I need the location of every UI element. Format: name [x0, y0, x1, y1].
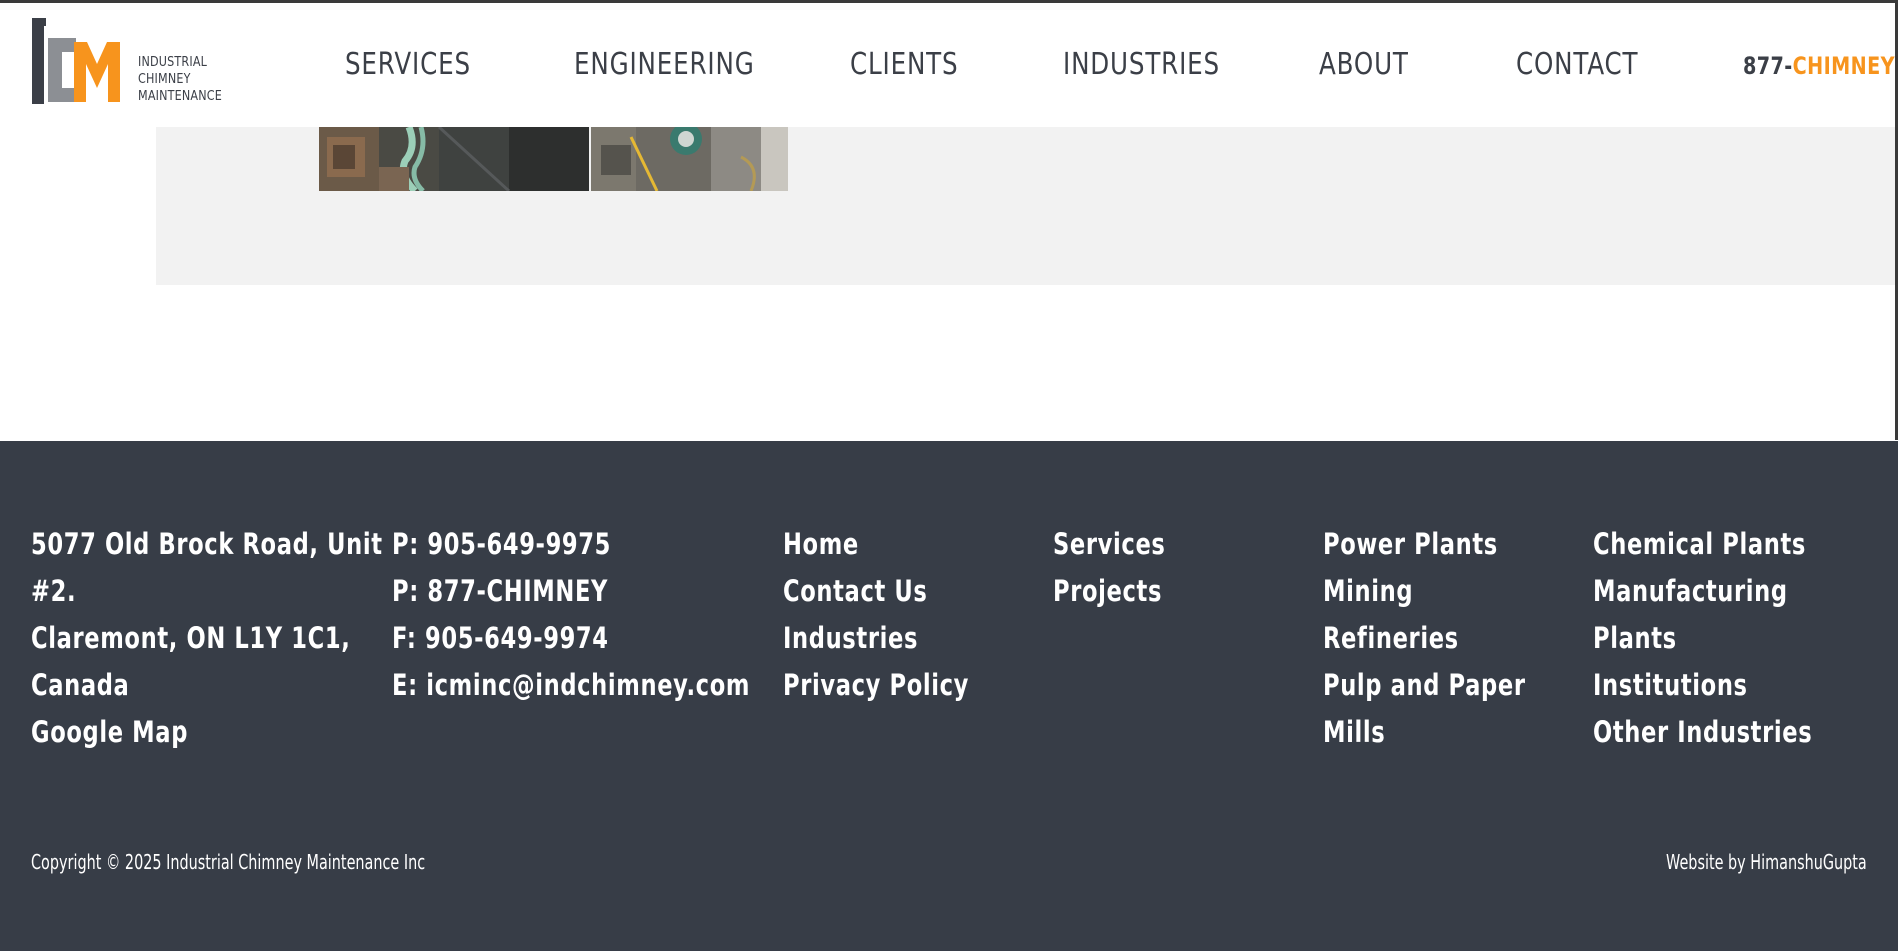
- footer-link-home[interactable]: Home: [783, 521, 969, 568]
- project-photo[interactable]: [319, 127, 589, 191]
- footer-links-primary: Home Contact Us Industries Privacy Polic…: [783, 521, 1022, 709]
- phone-number: 877-: [1743, 52, 1793, 80]
- footer-industries-b: Chemical Plants Manufacturing Plants Ins…: [1593, 521, 1874, 756]
- nav-item-engineering[interactable]: ENGINEERING: [574, 47, 755, 82]
- logo-line: MAINTENANCE: [138, 89, 222, 104]
- address-line: Claremont, ON L1Y 1C1,: [31, 621, 351, 655]
- google-map-link[interactable]: Google Map: [31, 709, 383, 756]
- footer-link-contact[interactable]: Contact Us: [783, 568, 969, 615]
- email-link[interactable]: E: icminc@indchimney.com: [392, 662, 750, 709]
- footer-industries-a: Power Plants Mining Refineries Pulp and …: [1323, 521, 1583, 756]
- project-photo[interactable]: [591, 127, 788, 191]
- header-phone-link[interactable]: 877-CHIMNEY: [1743, 52, 1895, 80]
- footer-industry-link[interactable]: Refineries: [1323, 615, 1526, 662]
- footer-industry-link[interactable]: Chemical Plants: [1593, 521, 1812, 568]
- nav-item-about[interactable]: ABOUT: [1319, 47, 1409, 82]
- footer-links-secondary: Services Projects: [1053, 521, 1197, 615]
- footer-industry-link[interactable]: Pulp and Paper: [1323, 662, 1526, 709]
- footer-industry-link[interactable]: Institutions: [1593, 662, 1812, 709]
- nav-item-services[interactable]: SERVICES: [345, 47, 471, 82]
- photo-image: [591, 127, 788, 191]
- footer-industry-link[interactable]: Mining: [1323, 568, 1526, 615]
- photo-image: [319, 127, 589, 191]
- nav-item-contact[interactable]: CONTACT: [1516, 47, 1638, 82]
- phone-link[interactable]: P: 905-649-9975: [392, 521, 750, 568]
- footer-link-industries[interactable]: Industries: [783, 615, 969, 662]
- footer-link-services[interactable]: Services: [1053, 521, 1166, 568]
- footer-industry-link[interactable]: Other Industries: [1593, 709, 1812, 756]
- footer-industry-link[interactable]: Power Plants: [1323, 521, 1526, 568]
- fax-number: F: 905-649-9974: [392, 621, 609, 655]
- logo-wordmark: INDUSTRIAL CHIMNEY MAINTENANCE: [138, 54, 222, 105]
- copyright-text: Copyright © 2025 Industrial Chimney Main…: [31, 850, 426, 874]
- address-line: Canada: [31, 668, 130, 702]
- footer-industry-link[interactable]: Plants: [1593, 615, 1812, 662]
- icm-logo-mark-icon: [32, 18, 120, 104]
- footer-industry-link[interactable]: Manufacturing: [1593, 568, 1812, 615]
- logo-line: CHIMNEY: [138, 72, 191, 87]
- logo-line: INDUSTRIAL: [138, 55, 208, 70]
- site-footer: 5077 Old Brock Road, Unit #2. Claremont,…: [0, 441, 1898, 951]
- footer-industry-link[interactable]: Mills: [1323, 709, 1526, 756]
- site-header: INDUSTRIAL CHIMNEY MAINTENANCE SERVICES …: [0, 3, 1895, 127]
- phone-link[interactable]: P: 877-CHIMNEY: [392, 568, 750, 615]
- nav-item-industries[interactable]: INDUSTRIES: [1063, 47, 1220, 82]
- address-line: #2.: [31, 574, 77, 608]
- phone-word: CHIMNEY: [1792, 52, 1895, 80]
- site-logo[interactable]: INDUSTRIAL CHIMNEY MAINTENANCE: [30, 16, 230, 108]
- website-credit-link[interactable]: Website by HimanshuGupta: [1666, 850, 1867, 874]
- nav-item-clients[interactable]: CLIENTS: [850, 47, 958, 82]
- footer-link-projects[interactable]: Projects: [1053, 568, 1166, 615]
- footer-link-privacy[interactable]: Privacy Policy: [783, 662, 969, 709]
- address-line: 5077 Old Brock Road, Unit: [31, 527, 383, 561]
